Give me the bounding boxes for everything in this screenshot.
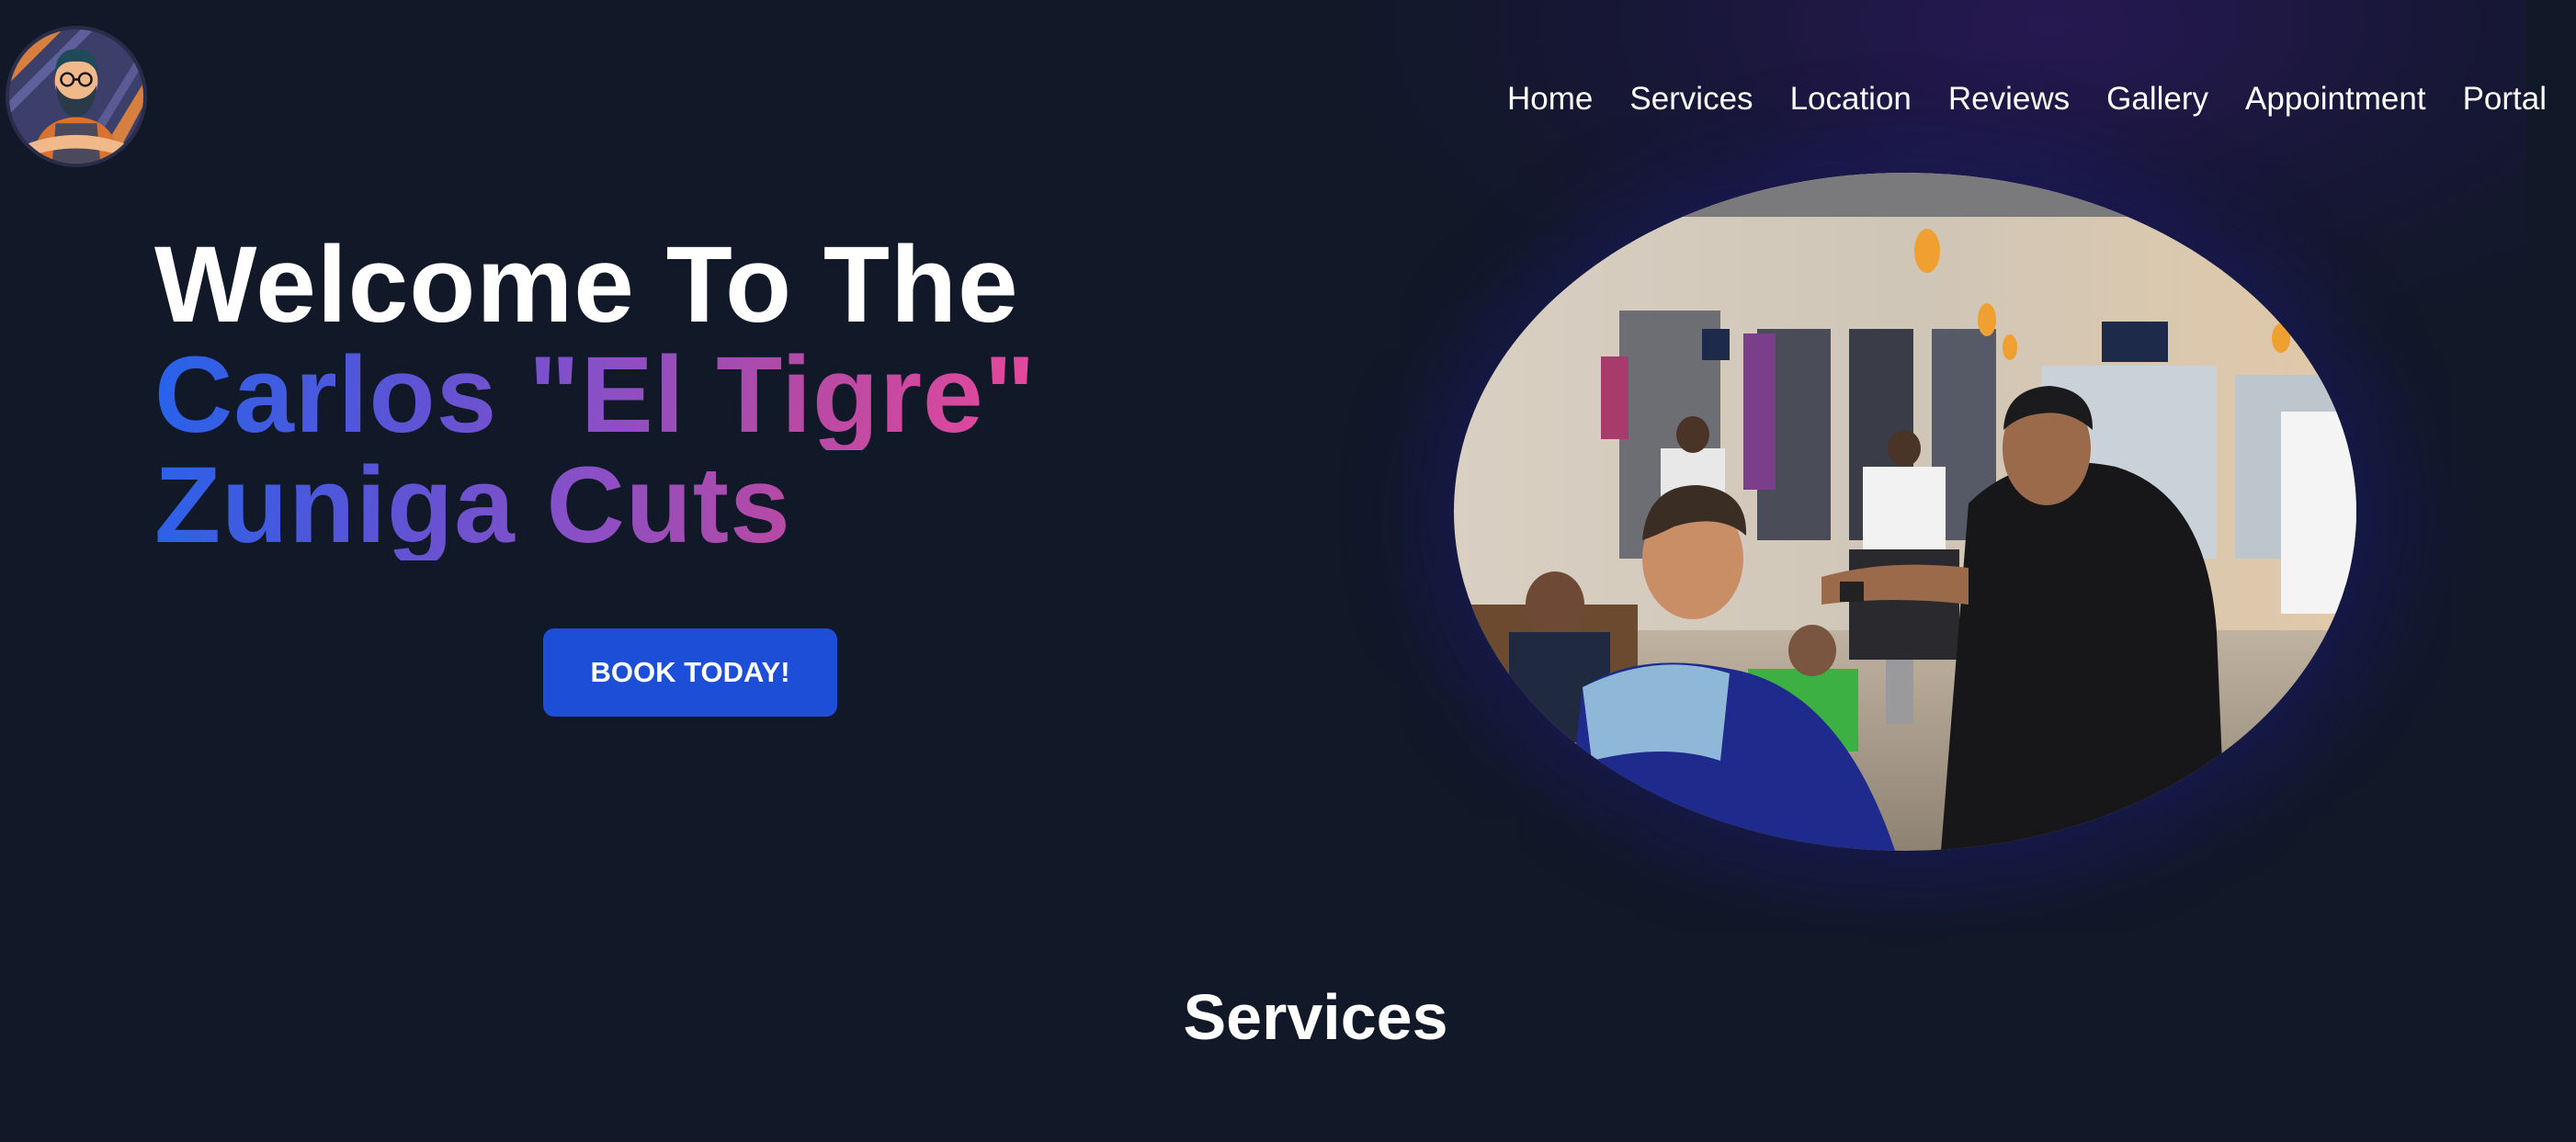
- nav-item-appointment[interactable]: Appointment: [2245, 79, 2426, 119]
- hero-title: Welcome To The Carlos "El Tigre" Zuniga …: [154, 230, 1037, 560]
- services-heading: Services: [1183, 981, 1448, 1053]
- nav-item-portal[interactable]: Portal: [2463, 79, 2547, 119]
- barbershop-photo: [1454, 173, 2356, 851]
- book-today-button[interactable]: BOOK TODAY!: [543, 628, 837, 717]
- main-nav: Home Services Location Reviews Gallery A…: [1470, 79, 2547, 119]
- barber-mascot-icon: [9, 29, 143, 164]
- barber-logo-icon[interactable]: [6, 26, 147, 167]
- nav-item-reviews[interactable]: Reviews: [1948, 79, 2070, 119]
- nav-item-services[interactable]: Services: [1629, 79, 1753, 119]
- nav-item-location[interactable]: Location: [1790, 79, 1912, 119]
- hero-title-line-2: Carlos "El Tigre": [154, 334, 1037, 456]
- nav-item-gallery[interactable]: Gallery: [2106, 79, 2208, 119]
- page: Home Services Location Reviews Gallery A…: [0, 0, 2576, 1142]
- barbershop-photo-image: [1454, 173, 2356, 851]
- hero-title-line-1: Welcome To The: [154, 224, 1019, 345]
- nav-item-home[interactable]: Home: [1507, 79, 1593, 119]
- hero-title-line-3: Zuniga Cuts: [154, 450, 1037, 560]
